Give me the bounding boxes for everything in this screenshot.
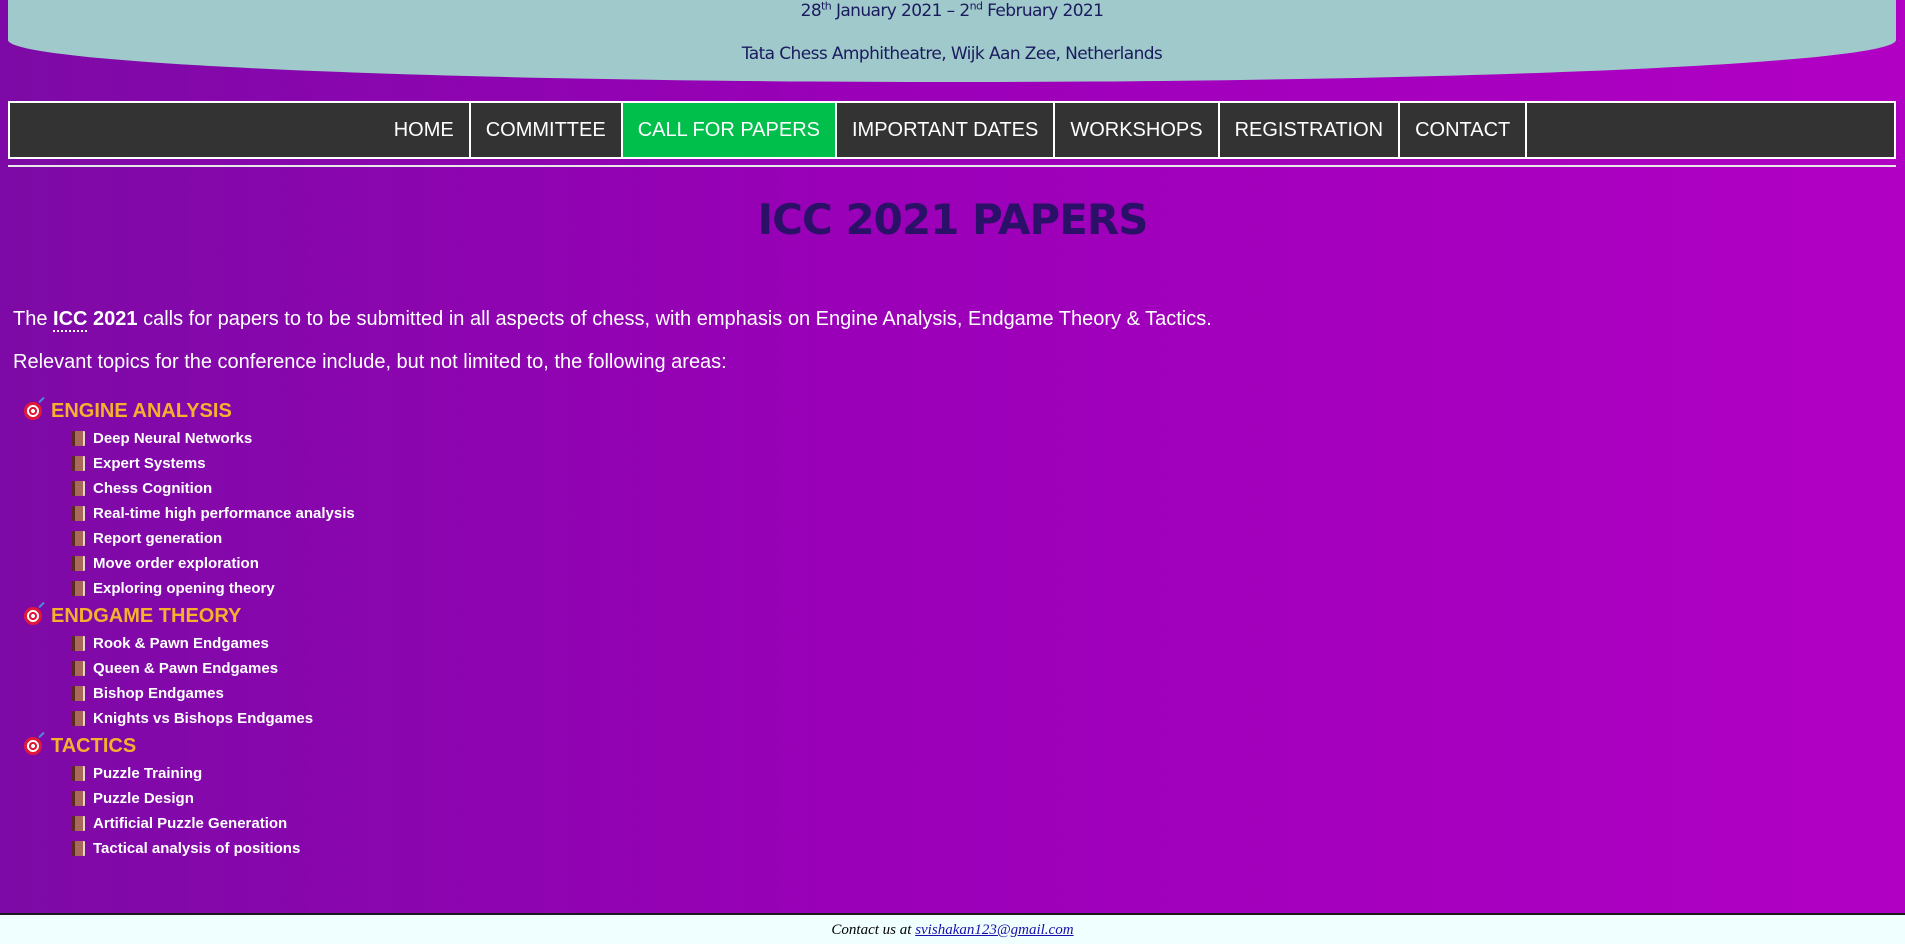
list-item: Bishop Endgames bbox=[24, 681, 355, 706]
divider bbox=[8, 165, 1896, 167]
book-icon bbox=[72, 791, 85, 806]
book-icon bbox=[72, 506, 85, 521]
list-item: Deep Neural Networks bbox=[24, 426, 355, 451]
book-icon bbox=[72, 686, 85, 701]
nav-registration[interactable]: REGISTRATION bbox=[1220, 103, 1401, 157]
list-item: Queen & Pawn Endgames bbox=[24, 656, 355, 681]
book-icon bbox=[72, 481, 85, 496]
list-item: Puzzle Design bbox=[24, 786, 355, 811]
nav-workshops[interactable]: WORKSHOPS bbox=[1055, 103, 1220, 157]
target-icon bbox=[24, 402, 42, 420]
header-banner: 28th January 2021 – 2nd February 2021 Ta… bbox=[8, 0, 1896, 82]
book-icon bbox=[72, 456, 85, 471]
list-item: Real-time high performance analysis bbox=[24, 501, 355, 526]
nav-home[interactable]: HOME bbox=[379, 103, 471, 157]
category-endgame-theory: ENDGAME THEORY bbox=[24, 601, 355, 631]
list-item: Expert Systems bbox=[24, 451, 355, 476]
nav-contact[interactable]: CONTACT bbox=[1400, 103, 1528, 157]
book-icon bbox=[72, 816, 85, 831]
book-icon bbox=[72, 556, 85, 571]
nav-important-dates[interactable]: IMPORTANT DATES bbox=[837, 103, 1056, 157]
book-icon bbox=[72, 711, 85, 726]
target-icon bbox=[24, 737, 42, 755]
book-icon bbox=[72, 431, 85, 446]
book-icon bbox=[72, 531, 85, 546]
list-item: Puzzle Training bbox=[24, 761, 355, 786]
book-icon bbox=[72, 661, 85, 676]
footer: Contact us at svishakan123@gmail.com bbox=[0, 913, 1905, 944]
category-tactics: TACTICS bbox=[24, 731, 355, 761]
book-icon bbox=[72, 841, 85, 856]
list-item: Move order exploration bbox=[24, 551, 355, 576]
list-item: Chess Cognition bbox=[24, 476, 355, 501]
page-title: ICC 2021 PAPERS bbox=[757, 195, 1149, 244]
topics-intro: Relevant topics for the conference inclu… bbox=[13, 351, 727, 373]
main-nav: HOME COMMITTEE CALL FOR PAPERS IMPORTANT… bbox=[8, 101, 1896, 159]
book-icon bbox=[72, 636, 85, 651]
contact-email-link[interactable]: svishakan123@gmail.com bbox=[915, 922, 1073, 938]
category-engine-analysis: ENGINE ANALYSIS bbox=[24, 396, 355, 426]
nav-call-for-papers[interactable]: CALL FOR PAPERS bbox=[622, 103, 837, 157]
footer-text: Contact us at bbox=[831, 922, 916, 938]
list-item: Artificial Puzzle Generation bbox=[24, 811, 355, 836]
list-item: Exploring opening theory bbox=[24, 576, 355, 601]
intro-year: 2021 bbox=[93, 308, 138, 330]
conference-venue: Tata Chess Amphitheatre, Wijk Aan Zee, N… bbox=[741, 44, 1163, 64]
intro-paragraph: The ICC 2021 calls for papers to to be s… bbox=[13, 308, 1212, 332]
topics-list: ENGINE ANALYSIS Deep Neural Networks Exp… bbox=[24, 396, 355, 861]
target-icon bbox=[24, 607, 42, 625]
list-item: Knights vs Bishops Endgames bbox=[24, 706, 355, 731]
list-item: Report generation bbox=[24, 526, 355, 551]
list-item: Rook & Pawn Endgames bbox=[24, 631, 355, 656]
list-item: Tactical analysis of positions bbox=[24, 836, 355, 861]
book-icon bbox=[72, 581, 85, 596]
nav-committee[interactable]: COMMITTEE bbox=[471, 103, 623, 157]
book-icon bbox=[72, 766, 85, 781]
icc-abbr: ICC bbox=[53, 308, 88, 332]
conference-dates: 28th January 2021 – 2nd February 2021 bbox=[800, 0, 1104, 21]
